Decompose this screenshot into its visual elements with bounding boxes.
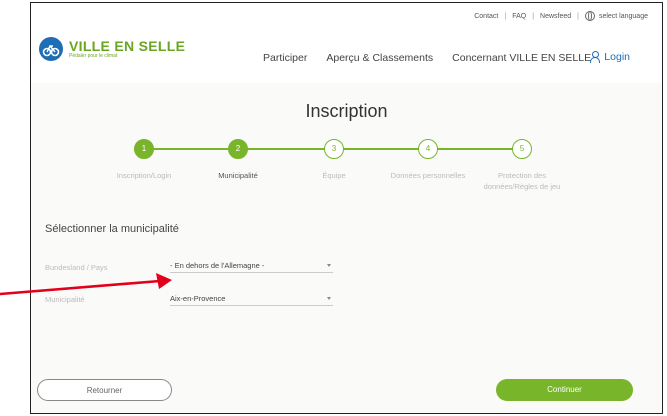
municipality-select-value: Aix-en-Provence: [170, 294, 226, 303]
language-selector[interactable]: select language: [585, 11, 648, 21]
login-link[interactable]: Login: [590, 51, 630, 63]
browser-page-frame: Contact | FAQ | Newsfeed | select langua…: [30, 2, 663, 414]
state-label: Bundesland / Pays: [45, 263, 108, 272]
globe-icon: [585, 11, 595, 21]
bicycle-logo-icon: [39, 37, 63, 61]
nav-item-apercu-classements[interactable]: Aperçu & Classements: [326, 52, 433, 64]
step-5-label: Protection des données/Règles de jeu: [483, 171, 561, 191]
separator: |: [504, 12, 507, 20]
newsfeed-link[interactable]: Newsfeed: [540, 13, 571, 20]
contact-link[interactable]: Contact: [474, 13, 498, 20]
section-title: Sélectionner la municipalité: [45, 223, 179, 235]
separator: |: [532, 12, 535, 20]
state-select[interactable]: - En dehors de l'Allemagne -: [170, 258, 333, 273]
step-3-label: Équipe: [322, 171, 346, 180]
step-3-circle: 3: [324, 139, 344, 159]
language-label: select language: [598, 12, 648, 20]
main-nav: Participer Aperçu & Classements Concerna…: [263, 52, 591, 64]
page-title: Inscription: [305, 101, 388, 121]
brand-name: VILLE EN SELLE: [69, 37, 186, 54]
chevron-down-icon: [327, 297, 331, 300]
continue-button[interactable]: Continuer: [496, 379, 633, 401]
chevron-down-icon: [327, 264, 331, 267]
logo[interactable]: VILLE EN SELLE Pédaler pour le climat: [39, 37, 185, 61]
brand-tagline: Pédaler pour le climat: [69, 52, 118, 59]
login-label: Login: [604, 51, 630, 63]
step-1-label: Inscription/Login: [116, 171, 172, 180]
user-icon: [590, 51, 601, 63]
step-2-label: Municipalité: [218, 171, 258, 180]
faq-link[interactable]: FAQ: [512, 13, 526, 20]
municipality-label: Municipalité: [45, 295, 85, 304]
separator: |: [577, 12, 579, 20]
step-5-circle: 5: [512, 139, 532, 159]
municipality-select[interactable]: Aix-en-Provence: [170, 291, 333, 306]
state-select-value: - En dehors de l'Allemagne -: [170, 261, 265, 270]
step-4-label: Données personnelles: [390, 171, 466, 180]
step-4-circle: 4: [418, 139, 438, 159]
step-1-circle: 1: [134, 139, 154, 159]
nav-item-concernant[interactable]: Concernant VILLE EN SELLE: [452, 52, 591, 64]
back-button[interactable]: Retourner: [37, 379, 172, 401]
utility-nav: Contact | FAQ | Newsfeed | select langua…: [474, 11, 648, 21]
nav-item-participer[interactable]: Participer: [263, 52, 307, 64]
step-2-circle: 2: [228, 139, 248, 159]
header: Contact | FAQ | Newsfeed | select langua…: [31, 3, 662, 83]
